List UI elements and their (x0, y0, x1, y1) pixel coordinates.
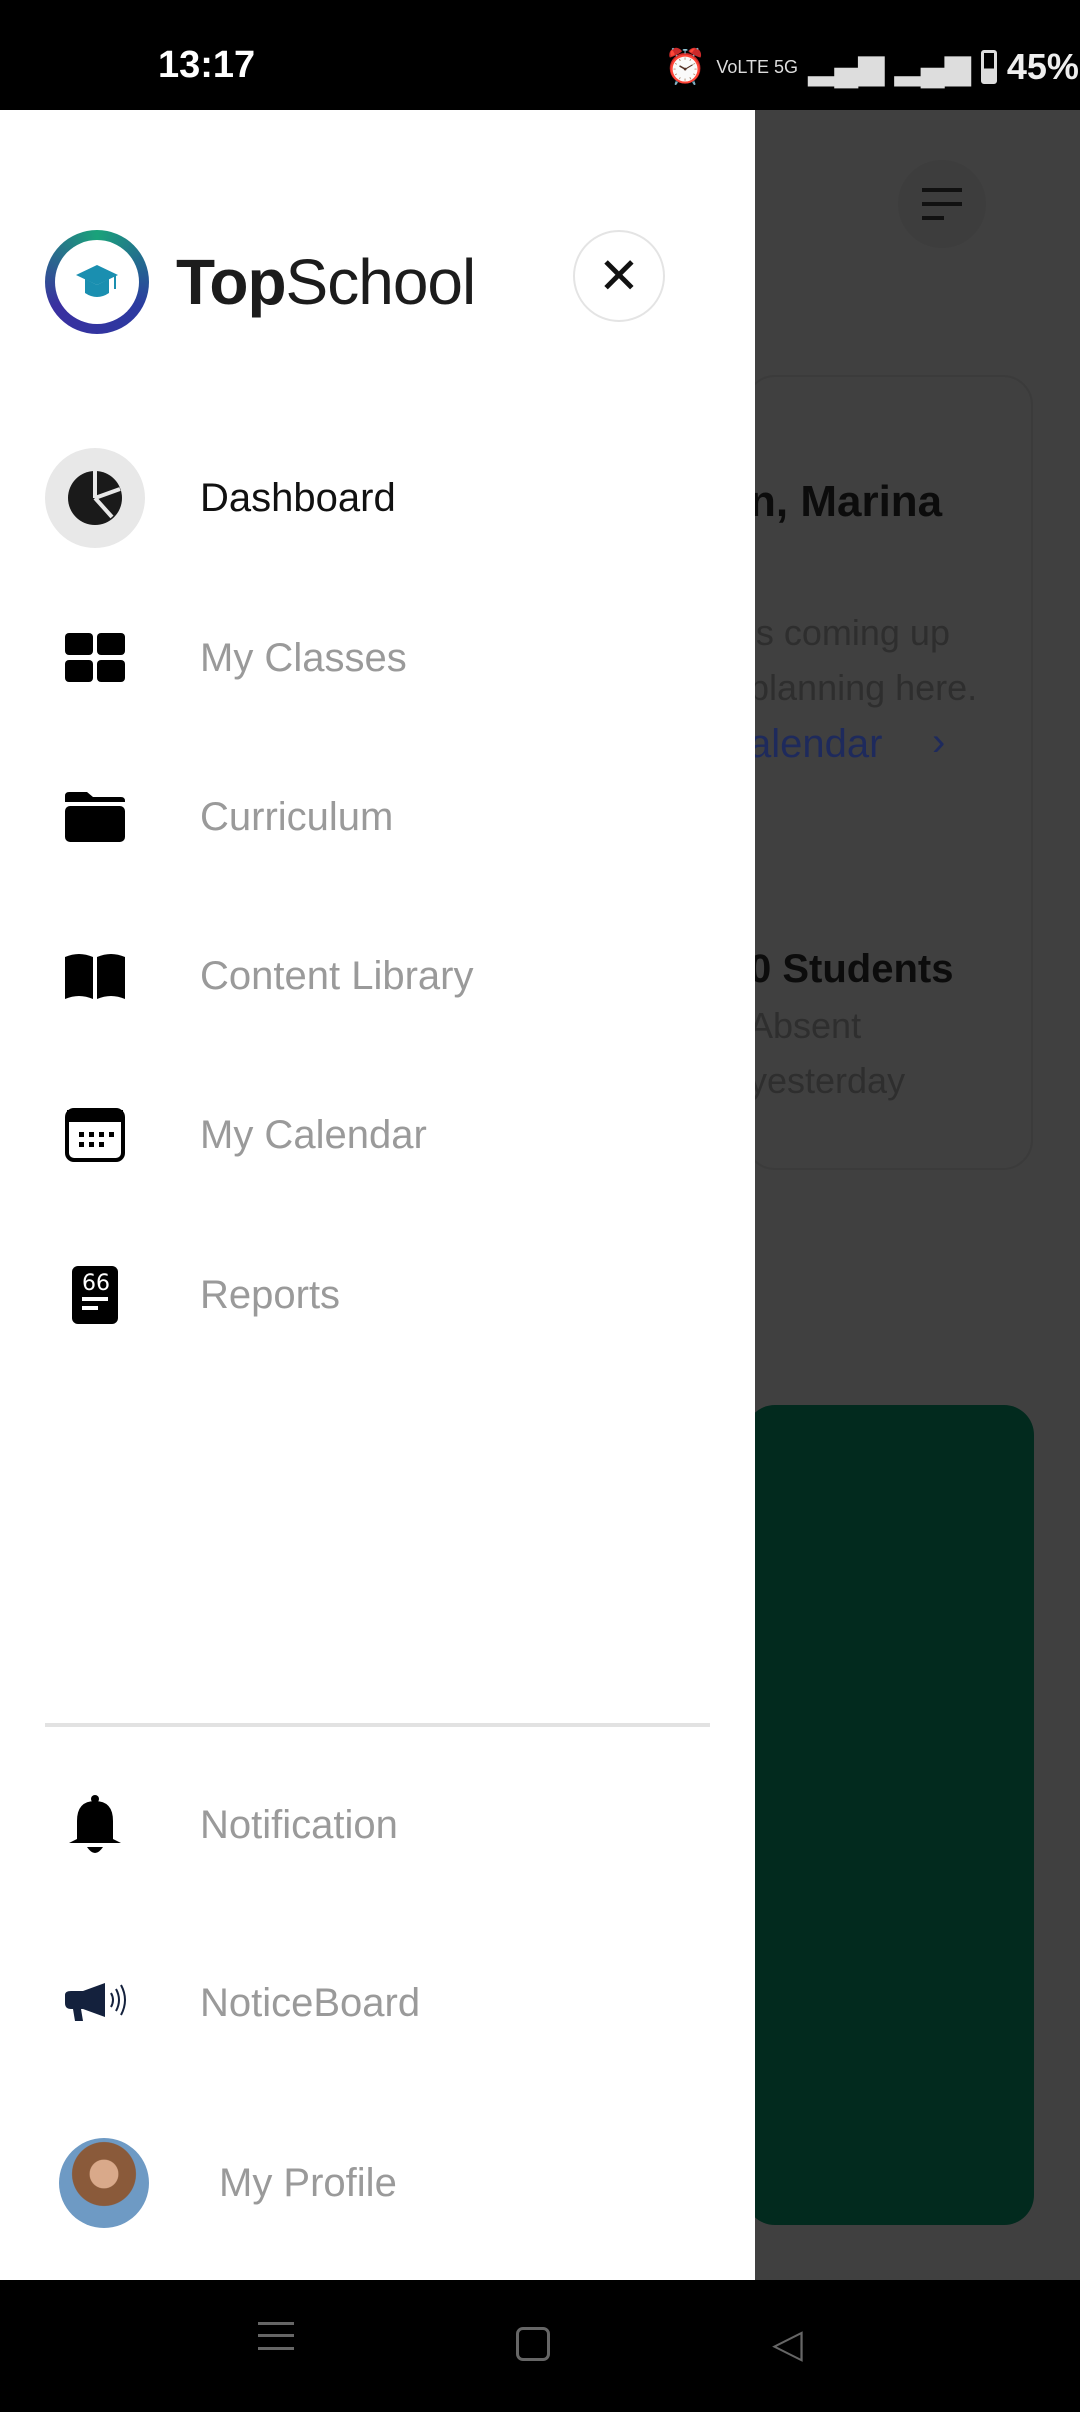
menu-label: NoticeBoard (200, 1980, 421, 2025)
students-count: 0 Students (749, 947, 954, 991)
menu-item-curriculum[interactable]: Curriculum (0, 757, 755, 877)
megaphone-icon (45, 1953, 145, 2053)
network-label: VoLTE 5G (716, 56, 799, 77)
chevron-right-icon[interactable]: › (932, 720, 945, 765)
green-card (745, 1405, 1034, 2225)
menu-label: Content Library (200, 953, 474, 998)
menu-label: Curriculum (200, 794, 394, 839)
menu-item-content-library[interactable]: Content Library (0, 916, 755, 1036)
logo-icon (45, 230, 149, 334)
status-time: 13:17 (158, 44, 256, 86)
absent-label: Absent (749, 1005, 862, 1046)
greeting: n, Marina (749, 477, 943, 526)
menu-label: My Profile (219, 2160, 397, 2205)
signal-icon-2: ▂▄▆ (894, 48, 971, 86)
report-icon: 66 (45, 1245, 145, 1345)
avatar (59, 2138, 149, 2228)
alarm-icon: ⏰ (664, 48, 707, 86)
menu-item-dashboard[interactable]: Dashboard (0, 438, 755, 558)
menu-item-reports[interactable]: 66 Reports (0, 1235, 755, 1355)
close-button[interactable]: ✕ (573, 230, 665, 322)
divider (45, 1723, 710, 1727)
calendar-icon (45, 1085, 145, 1185)
menu-label: Reports (200, 1272, 341, 1317)
menu-label: My Calendar (200, 1112, 427, 1157)
menu-label: Notification (200, 1802, 398, 1847)
brand-name: TopSchool (176, 246, 476, 318)
calendar-link[interactable]: alendar (749, 722, 882, 767)
home-button[interactable] (516, 2327, 550, 2361)
menu-label: Dashboard (200, 475, 396, 520)
book-icon (45, 926, 145, 1026)
system-nav-bar: ◁ (0, 2280, 1080, 2412)
menu-item-my-classes[interactable]: My Classes (0, 598, 755, 718)
menu-button[interactable] (898, 160, 986, 248)
info-line-1: 's coming up (749, 612, 950, 653)
welcome-card: n, Marina 's coming up planning here. al… (745, 375, 1033, 1170)
recent-apps-button[interactable] (258, 2322, 294, 2350)
navigation-drawer: TopSchool ✕ Dashboard My Classes Curricu… (0, 110, 755, 2280)
battery-percent: 45% (1006, 46, 1079, 87)
svg-text:66: 66 (82, 1271, 110, 1296)
bell-icon (45, 1775, 145, 1875)
status-icons: ⏰ VoLTE 5G ▂▄▆ ▂▄▆ 45% (664, 46, 1079, 88)
menu-item-my-calendar[interactable]: My Calendar (0, 1075, 755, 1195)
background-dashboard: n, Marina 's coming up planning here. al… (745, 110, 1080, 2280)
menu-label: My Classes (200, 635, 407, 680)
status-bar: 13:17 ⏰ VoLTE 5G ▂▄▆ ▂▄▆ 45% (0, 0, 1080, 110)
menu-item-my-profile[interactable]: My Profile (0, 2123, 755, 2243)
menu-item-noticeboard[interactable]: NoticeBoard (0, 1943, 755, 2063)
back-button[interactable]: ◁ (772, 2324, 803, 2364)
folder-icon (45, 767, 145, 867)
signal-icon: ▂▄▆ (808, 48, 885, 86)
grid-icon (45, 608, 145, 708)
info-line-2: planning here. (749, 667, 978, 708)
close-icon: ✕ (598, 248, 640, 304)
menu-item-notification[interactable]: Notification (0, 1765, 755, 1885)
pie-chart-icon (45, 448, 145, 548)
battery-icon (980, 50, 997, 84)
yesterday-label: yesterday (749, 1060, 906, 1101)
